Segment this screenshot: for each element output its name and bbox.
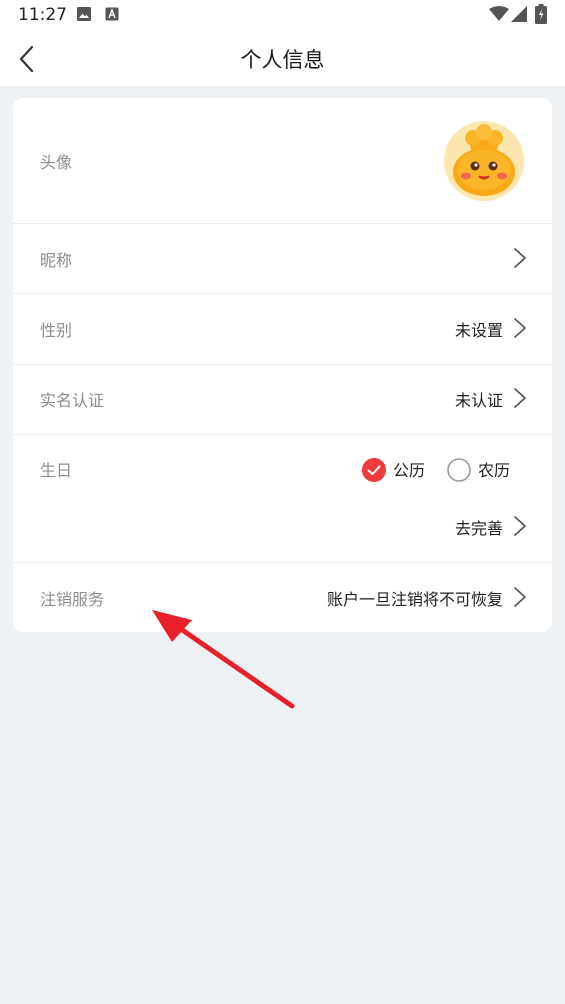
lunar-radio-unchecked-icon[interactable]: [447, 458, 471, 482]
realname-row[interactable]: 实名认证 未认证: [13, 364, 552, 435]
gender-row[interactable]: 性别 未设置: [13, 294, 552, 365]
cancel-account-label: 注销服务: [40, 590, 105, 609]
avatar[interactable]: [443, 120, 525, 202]
realname-value: 未认证: [454, 391, 503, 410]
gender-value: 未设置: [454, 321, 503, 340]
battery-icon: [535, 4, 547, 24]
page-title: 个人信息: [240, 48, 325, 72]
solar-radio-checked-icon[interactable]: [362, 458, 386, 482]
text-a-icon: [105, 7, 119, 21]
nav-bar: 个人信息: [0, 32, 565, 86]
lunar-calendar-option[interactable]: 农历: [478, 457, 510, 481]
cancel-account-row[interactable]: 注销服务 账户一旦注销将不可恢复: [13, 563, 552, 632]
nickname-row[interactable]: 昵称: [13, 223, 552, 294]
gender-label: 性别: [40, 321, 73, 340]
birthday-complete-link[interactable]: 去完善: [455, 515, 503, 539]
avatar-row[interactable]: 头像: [13, 98, 552, 224]
realname-label: 实名认证: [40, 391, 105, 410]
chevron-right-icon: [514, 248, 526, 268]
signal-icon: [511, 6, 527, 22]
avatar-label: 头像: [40, 153, 73, 172]
solar-calendar-option[interactable]: 公历: [393, 457, 425, 481]
status-time: 11:27: [18, 5, 67, 25]
status-bar: 11:27: [0, 0, 565, 32]
chevron-right-icon: [514, 318, 526, 338]
cancel-account-note: 账户一旦注销将不可恢复: [326, 590, 503, 609]
birthday-row: 生日 公历 农历 去完善: [13, 435, 552, 563]
chevron-right-icon: [514, 388, 526, 408]
image-icon: [77, 7, 91, 21]
wifi-icon: [489, 6, 509, 21]
profile-card: 头像 昵称 性别 未设置 实名认证 未认证 生日 公历 农历 去完善 注销服务 …: [13, 98, 552, 632]
birthday-label: 生日: [40, 461, 73, 480]
chevron-right-icon: [514, 587, 526, 607]
chevron-right-icon[interactable]: [513, 515, 527, 537]
nickname-label: 昵称: [40, 251, 73, 270]
